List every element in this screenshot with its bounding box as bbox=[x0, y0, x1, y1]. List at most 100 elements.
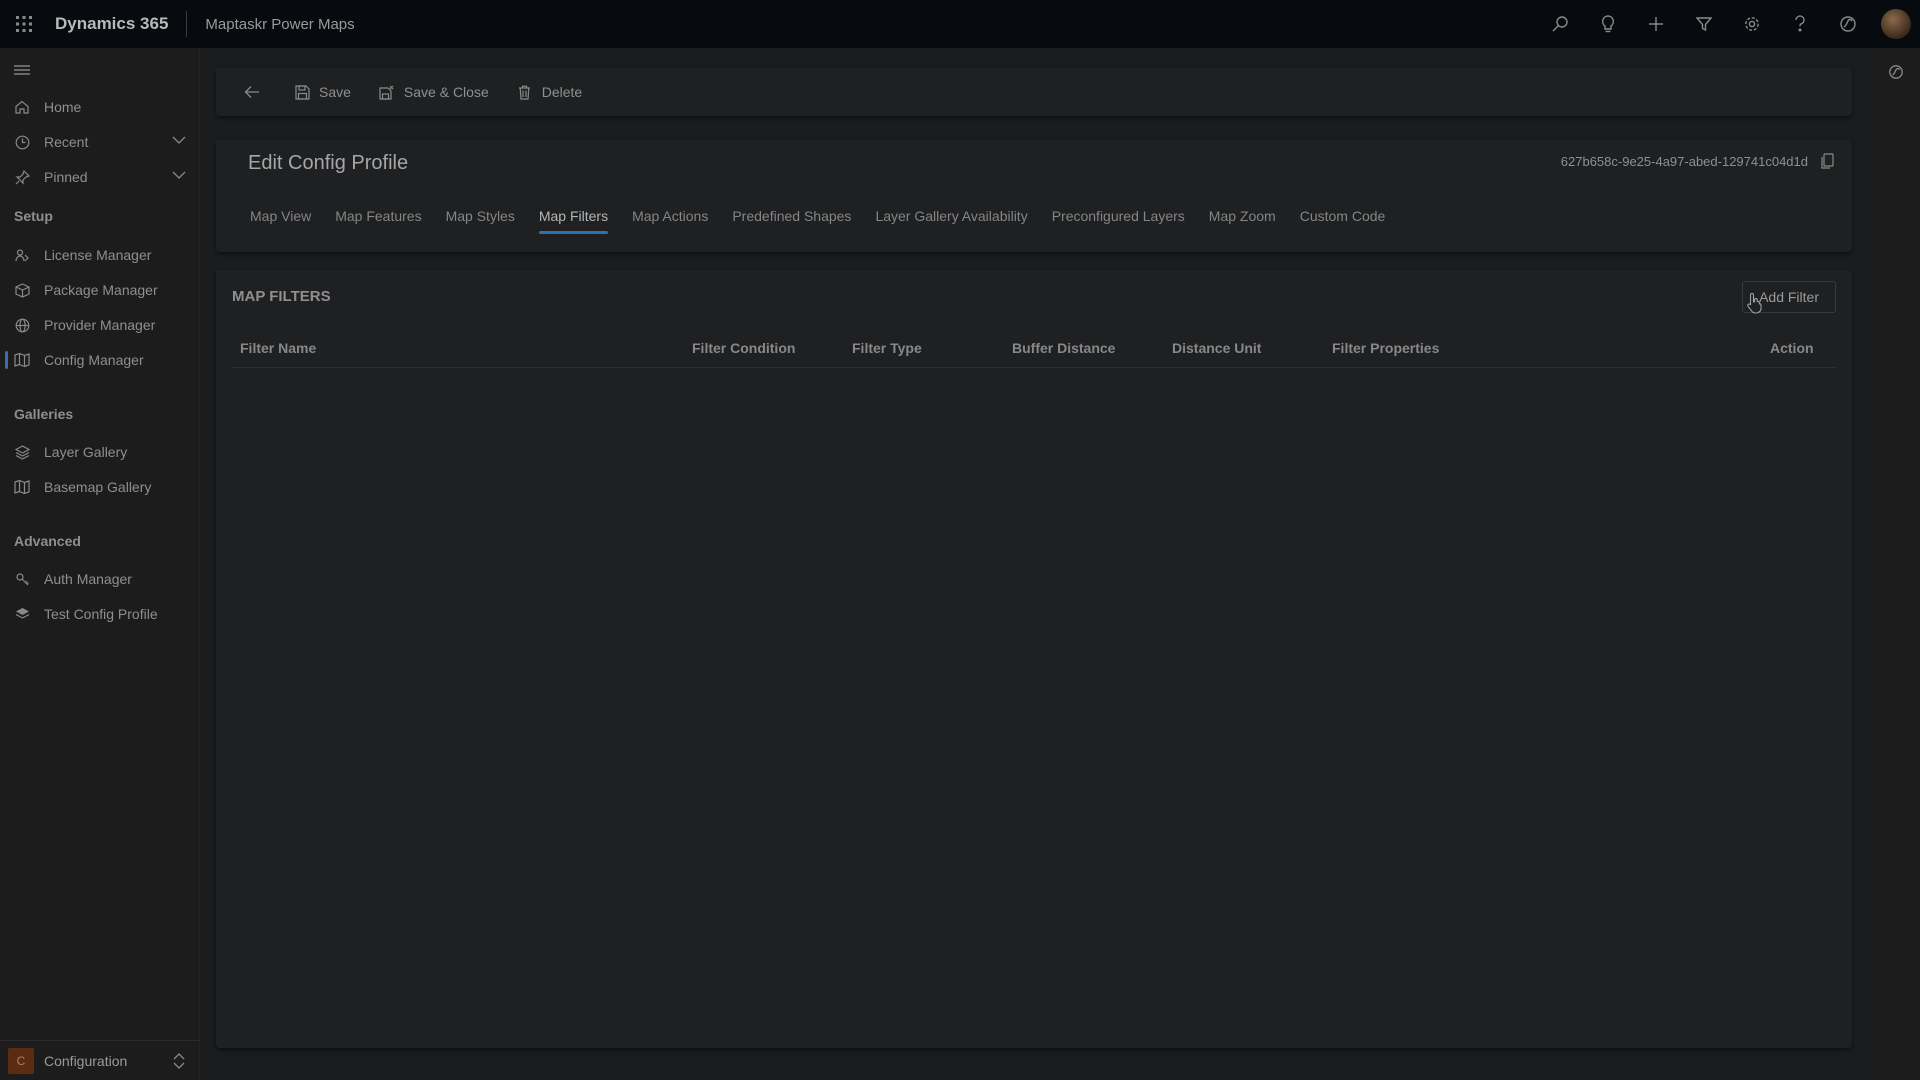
tab-map-actions[interactable]: Map Actions bbox=[620, 190, 720, 230]
top-bar: Dynamics 365 Maptaskr Power Maps bbox=[0, 0, 1920, 48]
tab-map-filters[interactable]: Map Filters bbox=[527, 190, 620, 234]
sidebar-item-label: License Manager bbox=[44, 247, 152, 263]
sidebar-item-config-manager[interactable]: Config Manager bbox=[0, 343, 200, 377]
sidebar-item-label: Basemap Gallery bbox=[44, 479, 152, 495]
search-icon bbox=[1552, 16, 1568, 32]
delete-button[interactable]: Delete bbox=[509, 68, 590, 116]
copilot-icon bbox=[1840, 16, 1856, 32]
sidebar-item-pinned[interactable]: Pinned bbox=[0, 160, 200, 194]
chevron-down-icon[interactable] bbox=[172, 170, 186, 180]
sidebar-item-license-manager[interactable]: License Manager bbox=[0, 238, 200, 272]
map-icon bbox=[14, 479, 30, 495]
section-title: MAP FILTERS bbox=[232, 288, 331, 305]
package-icon bbox=[14, 282, 30, 298]
sidebar: Home Recent Pinned Setup License Manager… bbox=[0, 48, 200, 1080]
auth-icon bbox=[14, 571, 30, 587]
gear-icon bbox=[1745, 17, 1759, 31]
chevron-down-icon[interactable] bbox=[172, 135, 186, 145]
sidebar-item-label: Auth Manager bbox=[44, 571, 132, 587]
form-header: Edit Config Profile 627b658c-9e25-4a97-a… bbox=[216, 140, 1852, 252]
save-and-close-button[interactable]: Save & Close bbox=[371, 68, 497, 116]
tab-list: Map View Map Features Map Styles Map Fil… bbox=[238, 190, 1398, 234]
new-button[interactable] bbox=[1632, 0, 1680, 48]
command-bar: Save Save & Close Delete bbox=[216, 68, 1852, 116]
lightbulb-button[interactable] bbox=[1584, 0, 1632, 48]
top-icon-group bbox=[1536, 0, 1920, 48]
trash-icon bbox=[517, 84, 533, 100]
hand-cursor-icon bbox=[1747, 292, 1762, 314]
record-id: 627b658c-9e25-4a97-abed-129741c04d1d bbox=[1560, 154, 1808, 169]
sidebar-item-label: Config Manager bbox=[44, 352, 144, 368]
app-subtitle[interactable]: Maptaskr Power Maps bbox=[205, 16, 354, 33]
delete-label: Delete bbox=[541, 84, 583, 100]
sidebar-item-layer-gallery[interactable]: Layer Gallery bbox=[0, 435, 200, 469]
sidebar-item-test-config-profile[interactable]: Test Config Profile bbox=[0, 597, 200, 631]
column-filter-condition[interactable]: Filter Condition bbox=[692, 340, 795, 356]
column-filter-name[interactable]: Filter Name bbox=[240, 340, 316, 356]
plus-icon bbox=[1649, 17, 1663, 31]
app-launcher-button[interactable] bbox=[0, 0, 48, 48]
sidebar-section-galleries: Galleries bbox=[14, 406, 74, 422]
save-button[interactable]: Save bbox=[286, 68, 359, 116]
waffle-icon bbox=[16, 16, 32, 32]
sidebar-item-package-manager[interactable]: Package Manager bbox=[0, 273, 200, 307]
search-button[interactable] bbox=[1536, 0, 1584, 48]
area-switcher[interactable]: C Configuration bbox=[0, 1040, 200, 1080]
save-icon bbox=[294, 84, 310, 100]
home-icon bbox=[14, 99, 30, 115]
tab-map-styles[interactable]: Map Styles bbox=[434, 190, 527, 230]
map-icon bbox=[14, 352, 30, 368]
sidebar-item-label: Home bbox=[44, 99, 82, 115]
help-button[interactable] bbox=[1776, 0, 1824, 48]
copilot-button[interactable] bbox=[1824, 0, 1872, 48]
tab-map-view[interactable]: Map View bbox=[238, 190, 323, 230]
app-title[interactable]: Dynamics 365 bbox=[55, 14, 168, 34]
save-label: Save bbox=[319, 84, 351, 100]
clock-icon bbox=[14, 134, 30, 150]
tab-custom-code[interactable]: Custom Code bbox=[1288, 190, 1398, 230]
advanced-filter-button[interactable] bbox=[1680, 0, 1728, 48]
lightbulb-icon bbox=[1601, 15, 1615, 33]
page-title: Edit Config Profile bbox=[248, 152, 409, 174]
copilot-icon[interactable] bbox=[1888, 64, 1904, 80]
save-close-icon bbox=[379, 84, 395, 100]
column-action[interactable]: Action bbox=[1770, 340, 1814, 356]
tab-layer-gallery-availability[interactable]: Layer Gallery Availability bbox=[863, 190, 1039, 230]
sidebar-item-label: Test Config Profile bbox=[44, 606, 158, 622]
column-filter-properties[interactable]: Filter Properties bbox=[1332, 340, 1439, 356]
tab-map-zoom[interactable]: Map Zoom bbox=[1197, 190, 1288, 230]
help-icon bbox=[1795, 15, 1805, 32]
save-and-close-label: Save & Close bbox=[403, 84, 489, 100]
map-filters-section: MAP FILTERS Add Filter Filter Name Filte… bbox=[216, 270, 1852, 1048]
hamburger-menu-icon[interactable] bbox=[12, 62, 32, 78]
arrow-left-icon bbox=[244, 86, 259, 98]
sidebar-item-home[interactable]: Home bbox=[0, 90, 200, 124]
sidebar-item-label: Recent bbox=[44, 134, 89, 150]
sidebar-item-label: Package Manager bbox=[44, 282, 158, 298]
right-side-pane bbox=[1872, 48, 1920, 1080]
sidebar-item-provider-manager[interactable]: Provider Manager bbox=[0, 308, 200, 342]
tab-preconfigured-layers[interactable]: Preconfigured Layers bbox=[1040, 190, 1197, 230]
tab-predefined-shapes[interactable]: Predefined Shapes bbox=[720, 190, 863, 230]
layers-icon bbox=[14, 444, 30, 460]
settings-button[interactable] bbox=[1728, 0, 1776, 48]
column-distance-unit[interactable]: Distance Unit bbox=[1172, 340, 1261, 356]
test-icon bbox=[14, 606, 30, 622]
column-buffer-distance[interactable]: Buffer Distance bbox=[1012, 340, 1115, 356]
back-button[interactable] bbox=[236, 68, 268, 116]
sidebar-item-basemap-gallery[interactable]: Basemap Gallery bbox=[0, 470, 200, 504]
copy-icon[interactable] bbox=[1821, 153, 1834, 169]
sidebar-item-recent[interactable]: Recent bbox=[0, 125, 200, 159]
area-badge: C bbox=[8, 1047, 34, 1074]
sidebar-item-auth-manager[interactable]: Auth Manager bbox=[0, 562, 200, 596]
title-separator bbox=[186, 11, 188, 37]
sidebar-section-setup: Setup bbox=[14, 208, 53, 224]
pin-icon bbox=[14, 169, 30, 185]
avatar[interactable] bbox=[1881, 9, 1911, 39]
column-filter-type[interactable]: Filter Type bbox=[852, 340, 922, 356]
globe-icon bbox=[14, 317, 30, 333]
sidebar-section-advanced: Advanced bbox=[14, 533, 81, 549]
sidebar-item-label: Pinned bbox=[44, 169, 88, 185]
tab-map-features[interactable]: Map Features bbox=[323, 190, 433, 230]
sidebar-item-label: Layer Gallery bbox=[44, 444, 128, 460]
